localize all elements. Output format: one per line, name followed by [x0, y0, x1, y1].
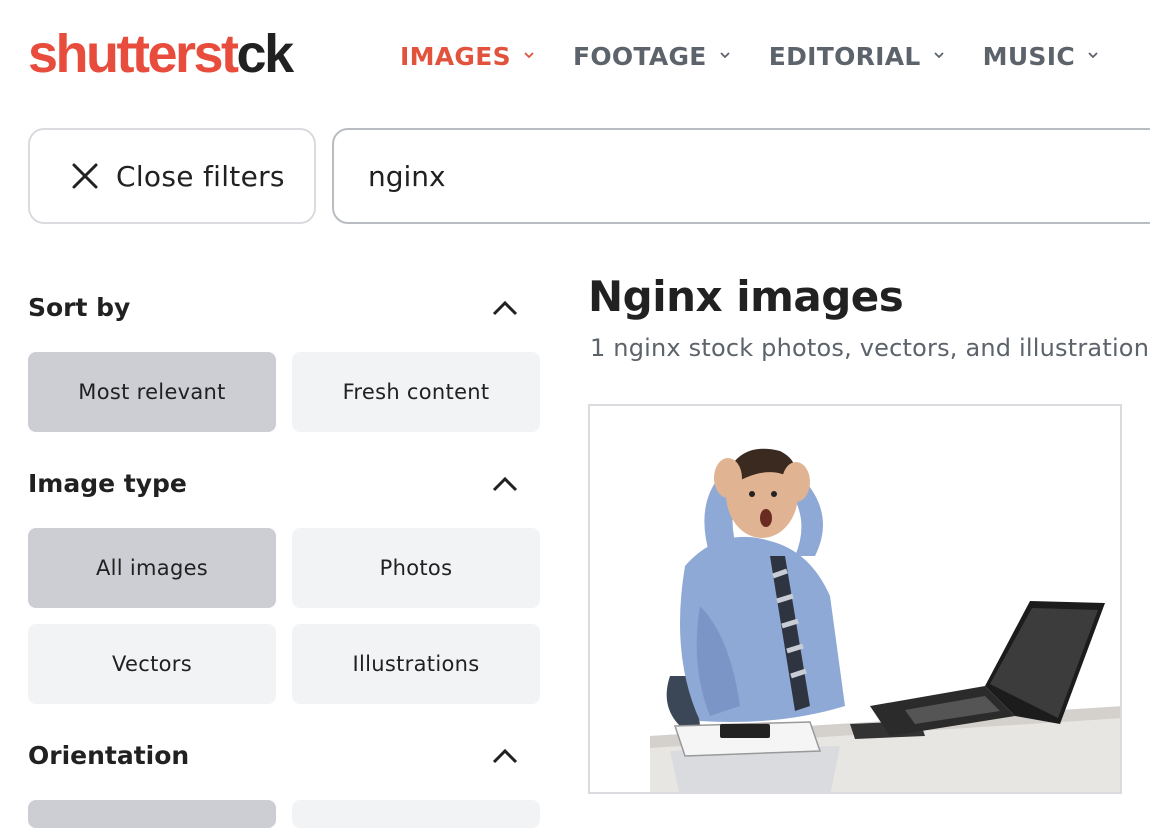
- nav-images-label: IMAGES: [400, 42, 511, 71]
- logo-text-dark: ck: [236, 24, 295, 84]
- chevron-up-icon[interactable]: [492, 476, 518, 492]
- result-image-card[interactable]: [588, 404, 1122, 794]
- orientation-option[interactable]: [28, 800, 276, 828]
- nav-editorial[interactable]: EDITORIAL: [769, 42, 945, 71]
- nav-editorial-label: EDITORIAL: [768, 42, 921, 71]
- image-type-header[interactable]: Image type: [28, 469, 518, 498]
- nav-footage-label: FOOTAGE: [572, 42, 707, 71]
- orientation-header[interactable]: Orientation: [28, 741, 518, 770]
- image-type-title: Image type: [28, 469, 187, 498]
- chevron-down-icon: [720, 51, 730, 58]
- nav-images[interactable]: IMAGES: [400, 42, 535, 71]
- search-input[interactable]: [368, 159, 1068, 193]
- main-nav: IMAGES FOOTAGE EDITORIAL MUSIC: [400, 42, 1137, 71]
- sort-by-header[interactable]: Sort by: [28, 293, 518, 322]
- orientation-title: Orientation: [28, 741, 190, 770]
- image-type-photos-option[interactable]: Photos: [292, 528, 540, 608]
- image-type-all-images-option[interactable]: All images: [28, 528, 276, 608]
- close-filters-label: Close filters: [116, 159, 285, 193]
- chevron-up-icon[interactable]: [492, 748, 518, 764]
- search-box: [332, 128, 1150, 224]
- close-icon: [72, 163, 98, 189]
- orientation-option[interactable]: [292, 800, 540, 828]
- close-filters-button[interactable]: Close filters: [28, 128, 316, 224]
- stock-photo-shocked-man-laptop: [650, 448, 1120, 792]
- sort-by-title: Sort by: [28, 293, 131, 322]
- nav-footage[interactable]: FOOTAGE: [573, 42, 731, 71]
- chevron-down-icon: [524, 51, 534, 58]
- chevron-up-icon[interactable]: [492, 300, 518, 316]
- nav-music[interactable]: MUSIC: [983, 42, 1099, 71]
- image-type-vectors-option[interactable]: Vectors: [28, 624, 276, 704]
- shutterstock-logo[interactable]: shutterstck: [28, 24, 295, 84]
- page-title: Nginx images: [588, 272, 904, 321]
- sort-most-relevant-option[interactable]: Most relevant: [28, 352, 276, 432]
- chevron-down-icon: [934, 51, 944, 58]
- nav-music-label: MUSIC: [982, 42, 1075, 71]
- logo-text-red: shutterst: [28, 24, 239, 84]
- sort-fresh-content-option[interactable]: Fresh content: [292, 352, 540, 432]
- chevron-down-icon: [1088, 51, 1098, 58]
- image-type-illustrations-option[interactable]: Illustrations: [292, 624, 540, 704]
- results-count: 1 nginx stock photos, vectors, and illus…: [590, 334, 1150, 362]
